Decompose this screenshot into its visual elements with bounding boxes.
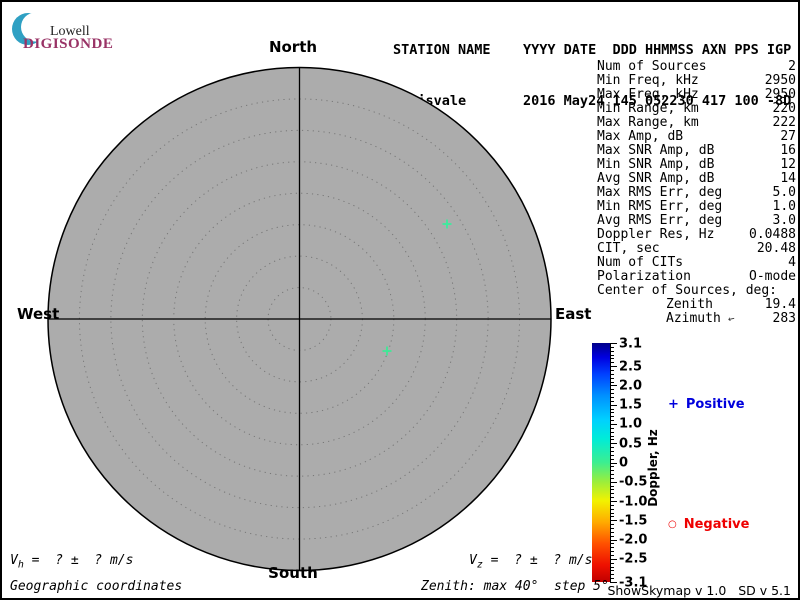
colorbar-tick-label: -2.0 [619, 532, 648, 548]
colorbar-minor-tick [610, 574, 614, 576]
colorbar-major-tick [610, 423, 617, 425]
plus-marker-icon: + [668, 397, 679, 412]
positive-doppler-legend: + Positive [668, 397, 745, 412]
colorbar-tick-label: 1.5 [619, 397, 643, 413]
colorbar-minor-tick [610, 547, 614, 549]
colorbar-minor-tick [610, 543, 614, 545]
colorbar-major-tick [610, 558, 617, 560]
colorbar-tick-label: 3.1 [619, 336, 643, 351]
colorbar-minor-tick [610, 412, 614, 414]
vertical-velocity-readout: Vz = ? ± ? m/s [469, 553, 592, 571]
colorbar-major-tick [610, 385, 617, 387]
colorbar-major-tick [610, 481, 617, 483]
colorbar-minor-tick [610, 350, 614, 352]
colorbar-minor-tick [610, 393, 614, 395]
colorbar-minor-tick [610, 555, 614, 557]
colorbar-tick-label: -0.5 [619, 474, 648, 490]
colorbar-minor-tick [610, 447, 614, 449]
vz-symbol: V [469, 553, 477, 568]
zenith-scale-note: Zenith: max 40° step 5° [421, 579, 609, 594]
colorbar-major-tick [610, 404, 617, 406]
negative-legend-label: Negative [683, 517, 750, 532]
colorbar-minor-tick [610, 362, 614, 364]
colorbar-minor-tick [610, 528, 614, 530]
colorbar-minor-tick [610, 458, 614, 460]
colorbar-tick-label: -2.5 [619, 551, 648, 567]
horizontal-velocity-readout: Vh = ? ± ? m/s [10, 553, 133, 571]
compass-label-east: East [555, 305, 592, 323]
colorbar-minor-tick [610, 493, 614, 495]
vz-value: = ? ± ? m/s [482, 553, 593, 568]
colorbar-minor-tick [610, 516, 614, 518]
vh-symbol: V [10, 553, 18, 568]
colorbar-tick-label: -3.1 [619, 575, 648, 590]
colorbar-minor-tick [610, 381, 614, 383]
colorbar-minor-tick [610, 562, 614, 564]
colorbar-minor-tick [610, 485, 614, 487]
colorbar-minor-tick [610, 512, 614, 514]
colorbar-minor-tick [610, 524, 614, 526]
colorbar-tick-label: 0.5 [619, 436, 643, 452]
colorbar-tick-label: 2.5 [619, 359, 643, 375]
colorbar-major-tick [610, 462, 617, 464]
colorbar-major-tick [610, 539, 617, 541]
colorbar-minor-tick [610, 408, 614, 410]
doppler-colorbar [592, 343, 611, 582]
colorbar-minor-tick [610, 369, 614, 371]
colorbar-minor-tick [610, 497, 614, 499]
colorbar-minor-tick [610, 439, 614, 441]
colorbar-tick-label: -1.5 [619, 513, 648, 529]
colorbar-minor-tick [610, 454, 614, 456]
skymap-plot [47, 66, 552, 572]
colorbar-tick-label: 1.0 [619, 416, 643, 432]
colorbar-minor-tick [610, 435, 614, 437]
showskymap-window: Lowell DIGISONDE STATION NAME YYYY DATE … [0, 0, 800, 600]
colorbar-minor-tick [610, 377, 614, 379]
colorbar-tick-label: -1.0 [619, 494, 648, 510]
colorbar-major-tick [610, 520, 617, 522]
colorbar-minor-tick [610, 396, 614, 398]
colorbar-major-tick [610, 443, 617, 445]
colorbar-minor-tick [610, 431, 614, 433]
colorbar-minor-tick [610, 570, 614, 572]
colorbar-minor-tick [610, 489, 614, 491]
colorbar-major-tick [610, 501, 617, 503]
colorbar-minor-tick [610, 358, 614, 360]
colorbar-minor-tick [610, 474, 614, 476]
colorbar-tick-label: 0 [619, 455, 629, 471]
colorbar-minor-tick [610, 346, 614, 348]
colorbar-minor-tick [610, 535, 614, 537]
colorbar-minor-tick [610, 373, 614, 375]
colorbar-tick-label: 2.0 [619, 378, 643, 394]
compass-label-west: West [17, 305, 60, 323]
colorbar-minor-tick [610, 477, 614, 479]
colorbar-minor-tick [610, 416, 614, 418]
positive-legend-label: Positive [685, 397, 745, 412]
vh-value: = ? ± ? m/s [23, 553, 134, 568]
colorbar-minor-tick [610, 578, 614, 580]
colorbar-minor-tick [610, 354, 614, 356]
colorbar-minor-tick [610, 566, 614, 568]
colorbar-major-tick [610, 366, 617, 368]
colorbar-minor-tick [610, 531, 614, 533]
colorbar-major-tick [610, 582, 617, 583]
colorbar-major-tick [610, 343, 617, 344]
colorbar-minor-tick [610, 400, 614, 402]
coordinate-system-note: Geographic coordinates [10, 579, 183, 594]
colorbar-minor-tick [610, 470, 614, 472]
negative-doppler-legend: ○ Negative [668, 517, 749, 532]
colorbar-minor-tick [610, 427, 614, 429]
colorbar-minor-tick [610, 420, 614, 422]
colorbar-minor-tick [610, 466, 614, 468]
colorbar-minor-tick [610, 508, 614, 510]
colorbar-axis-title: Doppler, Hz [646, 429, 660, 507]
colorbar-minor-tick [610, 551, 614, 553]
colorbar-minor-tick [610, 504, 614, 506]
circle-marker-icon: ○ [668, 519, 677, 530]
compass-label-north: North [268, 38, 318, 56]
colorbar-minor-tick [610, 389, 614, 391]
compass-label-south: South [268, 564, 318, 582]
colorbar-minor-tick [610, 450, 614, 452]
